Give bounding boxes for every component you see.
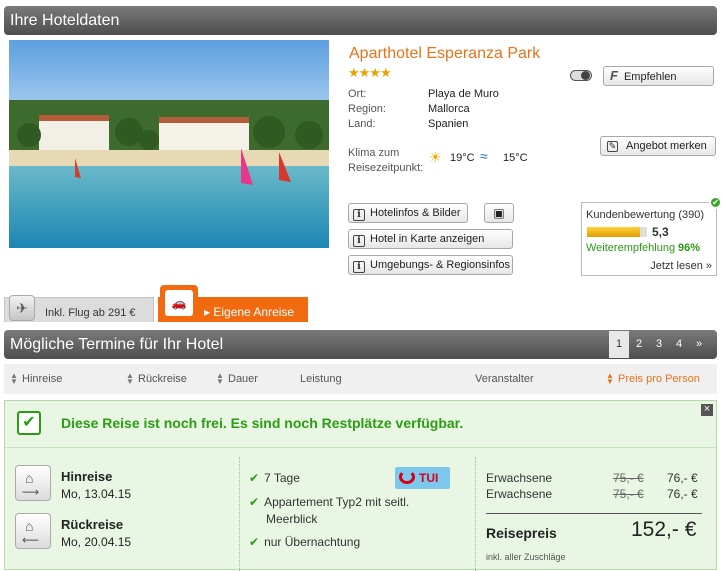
angebot-merken-button[interactable]: ✎ Angebot merken [600, 136, 716, 156]
hinreise-label: Hinreise [61, 469, 113, 484]
sort-icon: ▲ ▼ [606, 371, 614, 387]
ort-label: Ort: [348, 88, 367, 100]
tab-flight-label: Inkl. Flug ab 291 € [45, 307, 136, 319]
airplane-icon: ✈ [9, 295, 35, 321]
tui-logo: TUI [395, 467, 450, 489]
check-icon: ✔ [249, 471, 260, 485]
available-check-icon: ✔ [17, 411, 41, 435]
price-note: inkl. aller Zuschläge [486, 552, 566, 562]
land-value: Spanien [428, 118, 469, 130]
dates-title: Mögliche Termine für Ihr Hotel [10, 336, 224, 353]
klima-label-1: Klima zum [348, 147, 400, 159]
tab-own-travel-label: ▸ Eigene Anreise [204, 305, 295, 319]
hotel-data-header: Ihre Hoteldaten [4, 6, 717, 35]
rating-bar [587, 227, 647, 237]
klima-label-2: Reisezeitpunkt: [348, 162, 424, 174]
total-price: 152,- € [631, 518, 697, 541]
region-label: Region: [348, 103, 386, 115]
hotel-name[interactable]: Aparthotel Esperanza Park [349, 45, 540, 63]
price-row-1-new: 76,- € [667, 471, 698, 485]
outbound-icon: ⌂ ⟶ [15, 465, 51, 501]
feature-duration: ✔ 7 Tage [249, 471, 300, 485]
hotelinfos-button[interactable]: i Hotelinfos & Bilder [348, 203, 468, 223]
hotel-stars: ★★★★ [348, 65, 392, 80]
feature-room: ✔ Appartement Typ2 mit seitl. [249, 495, 410, 509]
check-icon: ✔ [249, 535, 260, 549]
col-leistung: Leistung [300, 373, 342, 385]
total-label: Reisepreis [486, 525, 557, 541]
sun-icon: ☀ [429, 149, 442, 165]
ort-value: Playa de Muro [428, 88, 499, 100]
page-2[interactable]: 2 [629, 331, 649, 358]
hotel-data-title: Ihre Hoteldaten [10, 12, 120, 29]
feature-room-cont: Meerblick [266, 512, 318, 526]
price-row-2-label: Erwachsene [486, 487, 553, 501]
tab-own-travel[interactable]: 🚗 ▸ Eigene Anreise [158, 285, 308, 322]
region-value: Mallorca [428, 103, 470, 115]
col-rueckreise[interactable]: ▲ ▼ Rückreise [126, 371, 187, 387]
check-icon: ✔ [249, 495, 260, 509]
availability-message: Diese Reise ist noch frei. Es sind noch … [61, 415, 464, 431]
col-dauer[interactable]: ▲ ▼ Dauer [216, 371, 258, 387]
recommend-label: Weiterempfehlung [586, 242, 676, 254]
price-row-1-label: Erwachsene [486, 471, 553, 485]
rueckreise-date: Mo, 20.04.15 [61, 535, 132, 549]
price-row-2-old: 75,- € [613, 487, 644, 501]
price-row-2-new: 76,- € [667, 487, 698, 501]
hinreise-date: Mo, 13.04.15 [61, 487, 132, 501]
page-1[interactable]: 1 [609, 331, 629, 358]
karte-button[interactable]: i Hotel in Karte anzeigen [348, 229, 513, 249]
verified-check-icon: ✔ [709, 196, 722, 209]
car-icon: 🚗 [165, 290, 193, 316]
umgebung-button[interactable]: i Umgebungs- & Regionsinfos [348, 255, 513, 275]
water-temperature: 15°C [503, 152, 528, 164]
sort-icon: ▲ ▼ [10, 371, 18, 387]
info-icon: i [353, 235, 365, 247]
sort-icon: ▲ ▼ [216, 371, 224, 387]
tab-flight[interactable]: ✈ Inkl. Flug ab 291 € [4, 295, 154, 322]
rating-score: 5,3 [652, 225, 669, 239]
col-hinreise[interactable]: ▲ ▼ Hinreise [10, 371, 62, 387]
facebook-icon: F [610, 68, 618, 83]
page-next[interactable]: » [689, 331, 709, 358]
empfehlen-button[interactable]: F Empfehlen [603, 66, 714, 86]
edit-icon: ✎ [607, 141, 618, 152]
col-preis[interactable]: ▲ ▼ Preis pro Person [606, 371, 700, 387]
recommend-value: 96% [678, 242, 701, 254]
read-reviews-link[interactable]: Jetzt lesen » [650, 260, 712, 272]
page-4[interactable]: 4 [669, 331, 689, 358]
close-icon[interactable]: × [701, 404, 713, 416]
air-temperature: 19°C [450, 152, 475, 164]
price-row-1-old: 75,- € [613, 471, 644, 485]
offer-panel: ✔ Diese Reise ist noch frei. Es sind noc… [4, 400, 717, 571]
info-icon: i [353, 209, 365, 221]
hotel-image[interactable] [9, 40, 329, 248]
gallery-button[interactable]: ▣ [484, 203, 514, 223]
return-icon: ⌂ ⟵ [15, 513, 51, 549]
sort-icon: ▲ ▼ [126, 371, 134, 387]
rueckreise-label: Rückreise [61, 517, 124, 532]
col-veranstalter: Veranstalter [475, 373, 534, 385]
feature-board: ✔ nur Übernachtung [249, 535, 361, 549]
land-label: Land: [348, 118, 376, 130]
rating-label: Kundenbewertung (390) [586, 209, 705, 221]
gallery-icon: ▣ [493, 206, 505, 220]
wave-icon: ≈ [480, 148, 488, 164]
info-icon: i [353, 261, 365, 273]
rating-box: Kundenbewertung (390) 5,3 Weiterempfehlu… [581, 196, 722, 276]
page-3[interactable]: 3 [649, 331, 669, 358]
toggle-switch[interactable] [570, 70, 592, 81]
